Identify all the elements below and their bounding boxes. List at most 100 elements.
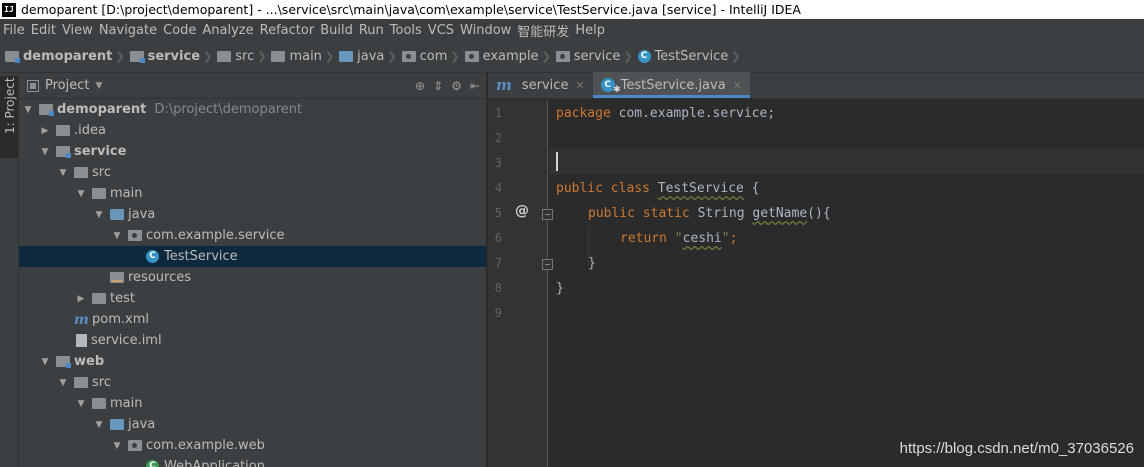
- tree-item-package-web[interactable]: ▼ com.example.web: [19, 435, 486, 456]
- chevron-down-icon[interactable]: ▼: [93, 420, 105, 430]
- menu-file[interactable]: File: [2, 23, 30, 38]
- breadcrumb-main[interactable]: main ❯: [271, 49, 339, 64]
- menu-build[interactable]: Build: [319, 23, 358, 38]
- module-folder-icon: [5, 51, 20, 63]
- project-tool-tab-label: 1: Project: [3, 77, 17, 134]
- tree-item-main[interactable]: ▼ main: [19, 183, 486, 204]
- line-number: 2: [494, 131, 502, 145]
- tree-item-pom-xml[interactable]: m pom.xml: [19, 309, 486, 330]
- code-line-5: public static String getName(){: [588, 206, 831, 221]
- menu-window[interactable]: Window: [459, 23, 516, 38]
- chevron-down-icon[interactable]: ▼: [75, 399, 87, 409]
- breadcrumb-src[interactable]: src ❯: [217, 49, 271, 64]
- project-panel: Project ▼ ⊕ ⇕ ⚙ ⇤ ▼ demoparent D:\project\…: [19, 73, 487, 467]
- menu-code[interactable]: Code: [162, 23, 201, 38]
- tree-item-package-service[interactable]: ▼ com.example.service: [19, 225, 486, 246]
- breadcrumb-separator-icon: ❯: [257, 50, 267, 63]
- tab-service-pom[interactable]: m service ✕: [488, 72, 593, 98]
- module-folder-icon: [39, 104, 54, 116]
- tree-item-idea[interactable]: ▶ .idea: [19, 120, 486, 141]
- chevron-down-icon[interactable]: ▼: [39, 147, 51, 157]
- tab-testservice-java[interactable]: C TestService.java ✕: [592, 72, 750, 98]
- menu-vcs[interactable]: VCS: [427, 23, 459, 38]
- menu-edit[interactable]: Edit: [30, 23, 61, 38]
- menu-refactor[interactable]: Refactor: [259, 23, 320, 38]
- code-area[interactable]: package com.example.service; public clas…: [549, 100, 1144, 467]
- scroll-from-source-icon[interactable]: ⊕: [415, 79, 425, 93]
- close-icon[interactable]: ✕: [733, 79, 742, 92]
- chevron-down-icon[interactable]: ▼: [57, 378, 69, 388]
- menu-bar: File Edit View Navigate Code Analyze Ref…: [0, 19, 1144, 41]
- module-folder-icon: [129, 51, 145, 63]
- chevron-right-icon[interactable]: ▶: [75, 294, 87, 304]
- editor-tabs: m service ✕ C TestService.java ✕: [488, 72, 1144, 99]
- tree-item-resources[interactable]: resources: [19, 267, 486, 288]
- menu-run[interactable]: Run: [358, 23, 389, 38]
- text-caret: [556, 152, 558, 171]
- left-tool-stripe: 1: Project: [0, 73, 19, 467]
- tree-item-java[interactable]: ▼ java: [19, 204, 486, 225]
- menu-help[interactable]: Help: [574, 23, 610, 38]
- menu-analyze[interactable]: Analyze: [201, 23, 258, 38]
- breadcrumb-separator-icon: ❯: [324, 50, 335, 63]
- project-tree: ▼ demoparent D:\project\demoparent ▶ .idea …: [19, 99, 486, 467]
- menu-navigate[interactable]: Navigate: [98, 23, 162, 38]
- chevron-down-icon[interactable]: ▼: [39, 357, 51, 367]
- breadcrumb: demoparent ❯ service ❯ src ❯ main ❯ java ❯ co…: [0, 41, 1144, 73]
- chevron-right-icon[interactable]: ▶: [39, 126, 51, 136]
- folder-icon: [92, 188, 106, 199]
- chevron-down-icon[interactable]: ▼: [75, 189, 87, 199]
- folder-icon: [217, 51, 232, 62]
- code-line-6: return "ceshi";: [620, 231, 738, 246]
- breadcrumb-service-module[interactable]: service ❯: [129, 49, 218, 64]
- tree-item-web-module[interactable]: ▼ web: [19, 351, 486, 372]
- chevron-down-icon[interactable]: ▼: [95, 81, 102, 91]
- java-class-icon: C: [637, 50, 651, 63]
- iml-file-icon: [76, 334, 87, 347]
- chevron-down-icon[interactable]: ▼: [111, 231, 123, 241]
- module-folder-icon: [56, 146, 71, 158]
- folder-icon: [92, 293, 106, 304]
- menu-smart-dev[interactable]: 智能研发: [516, 21, 574, 40]
- folder-icon: [74, 377, 88, 388]
- breadcrumb-com[interactable]: com ❯: [401, 49, 465, 64]
- folder-icon: [92, 398, 106, 409]
- chevron-down-icon[interactable]: ▼: [22, 105, 34, 115]
- tree-item-web-src[interactable]: ▼ src: [19, 372, 486, 393]
- chevron-down-icon[interactable]: ▼: [111, 441, 123, 451]
- line-number: 7: [494, 256, 502, 270]
- line-number: 4: [494, 181, 502, 195]
- gear-icon[interactable]: ⚙: [451, 79, 462, 93]
- breadcrumb-service-package[interactable]: service ❯: [555, 49, 638, 64]
- project-tool-tab[interactable]: 1: Project: [0, 76, 18, 158]
- tree-item-demoparent[interactable]: ▼ demoparent D:\project\demoparent: [19, 99, 486, 120]
- code-line-7: }: [588, 256, 596, 271]
- breadcrumb-separator-icon: ❯: [450, 50, 460, 63]
- java-class-icon: C: [146, 250, 159, 263]
- breadcrumb-example[interactable]: example ❯: [464, 49, 556, 64]
- breadcrumb-demoparent[interactable]: demoparent ❯: [5, 49, 130, 64]
- tree-item-web-main[interactable]: ▼ main: [19, 393, 486, 414]
- menu-tools[interactable]: Tools: [389, 23, 427, 38]
- breadcrumb-java[interactable]: java ❯: [339, 49, 401, 64]
- window-title: demoparent [D:\project\demoparent] - ...…: [21, 2, 801, 17]
- tree-item-webapplication[interactable]: C WebApplication: [19, 456, 486, 467]
- module-folder-icon: [56, 356, 71, 368]
- close-icon[interactable]: ✕: [575, 79, 584, 92]
- editor-gutter: 1 2 3 4 5 6 7 8 9 @: [488, 100, 553, 467]
- tree-item-service-iml[interactable]: service.iml: [19, 330, 486, 351]
- project-view-selector[interactable]: Project: [45, 78, 89, 93]
- breadcrumb-testservice[interactable]: C TestService ❯: [637, 49, 746, 64]
- collapse-all-icon[interactable]: ⇕: [433, 79, 443, 93]
- menu-view[interactable]: View: [61, 23, 98, 38]
- chevron-down-icon[interactable]: ▼: [57, 168, 69, 178]
- tree-item-testservice[interactable]: C TestService: [19, 246, 486, 267]
- tree-item-src[interactable]: ▼ src: [19, 162, 486, 183]
- tree-item-test[interactable]: ▶ test: [19, 288, 486, 309]
- chevron-down-icon[interactable]: ▼: [93, 210, 105, 220]
- tree-item-service-module[interactable]: ▼ service: [19, 141, 486, 162]
- hide-panel-icon[interactable]: ⇤: [470, 79, 480, 93]
- annotation-icon[interactable]: @: [515, 203, 529, 219]
- tree-item-web-java[interactable]: ▼ java: [19, 414, 486, 435]
- package-icon: [555, 51, 570, 62]
